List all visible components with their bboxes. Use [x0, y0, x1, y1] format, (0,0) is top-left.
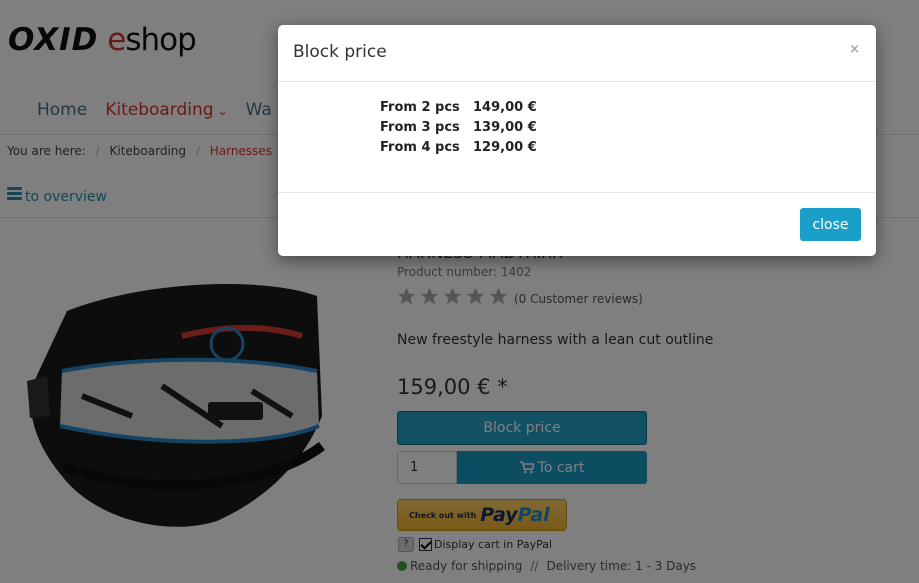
modal-divider: [278, 81, 876, 82]
price-tier-row: From 3 pcs 139,00 €: [380, 118, 537, 138]
modal-title: Block price: [293, 42, 387, 62]
tier-price: 129,00 €: [473, 140, 537, 155]
tier-price: 149,00 €: [473, 100, 537, 115]
tier-price: 139,00 €: [473, 120, 537, 135]
modal-divider: [278, 192, 876, 193]
block-price-list: From 2 pcs 149,00 € From 3 pcs 139,00 € …: [380, 98, 537, 158]
price-tier-row: From 4 pcs 129,00 €: [380, 138, 537, 158]
tier-quantity: From 4 pcs: [380, 140, 460, 155]
close-button[interactable]: close: [800, 208, 861, 241]
tier-quantity: From 3 pcs: [380, 120, 460, 135]
tier-quantity: From 2 pcs: [380, 100, 460, 115]
price-tier-row: From 2 pcs 149,00 €: [380, 98, 537, 118]
close-icon[interactable]: ×: [849, 42, 860, 57]
block-price-modal: Block price × From 2 pcs 149,00 € From 3…: [278, 25, 876, 256]
